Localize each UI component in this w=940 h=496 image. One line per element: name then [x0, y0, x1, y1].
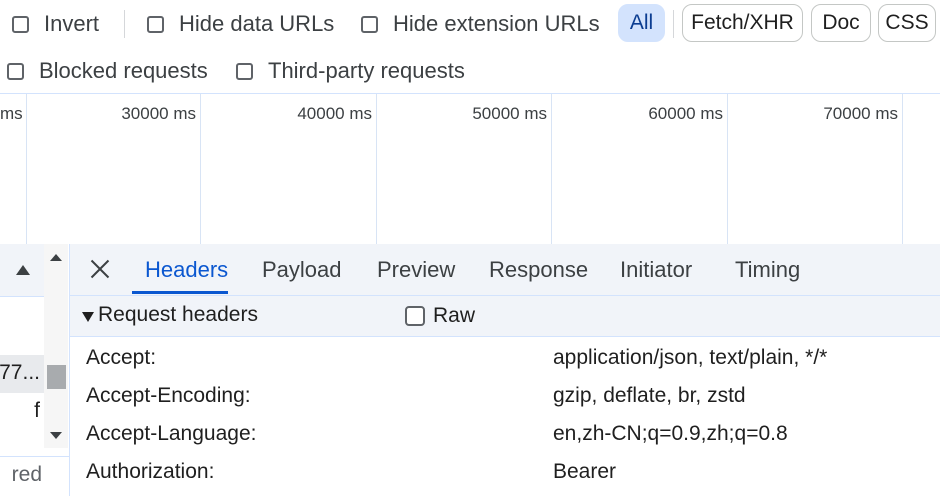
hide-data-urls-checkbox[interactable]: Hide data URLs	[147, 11, 334, 37]
sort-ascending-icon[interactable]	[16, 265, 30, 275]
checkbox-box[interactable]	[405, 306, 425, 326]
tab-response[interactable]: Response	[489, 257, 588, 283]
toolbar-divider	[124, 10, 125, 38]
request-row[interactable]: f	[0, 393, 44, 431]
hide-extension-urls-checkbox[interactable]: Hide extension URLs	[361, 11, 600, 37]
timeline-gridline	[727, 94, 728, 244]
filter-all-button[interactable]: All	[618, 4, 665, 42]
close-icon[interactable]	[88, 257, 112, 281]
hide-data-urls-label: Hide data URLs	[179, 11, 335, 36]
toolbar-divider	[673, 10, 674, 38]
request-list: 77... f red	[0, 244, 70, 496]
raw-checkbox[interactable]: Raw	[405, 304, 475, 328]
detail-tab-bar: Headers Payload Preview Response Initiat…	[70, 244, 940, 296]
header-value: gzip, deflate, br, zstd	[553, 384, 746, 407]
network-panel: Invert Hide data URLs Hide extension URL…	[0, 0, 940, 496]
invert-checkbox[interactable]: Invert	[12, 11, 99, 37]
timeline-tick-label: 60000 ms	[648, 104, 723, 123]
third-party-requests-checkbox[interactable]: Third-party requests	[236, 58, 465, 84]
scroll-up-arrow-icon[interactable]	[50, 254, 62, 261]
header-name: Accept-Encoding:	[86, 384, 251, 407]
timeline-gridline	[200, 94, 201, 244]
timeline-tick-label: ms	[0, 104, 23, 123]
request-headers-section-header[interactable]: Request headers Raw	[70, 296, 940, 337]
header-name: Authorization:	[86, 460, 215, 483]
filter-doc-button[interactable]: Doc	[811, 4, 871, 42]
header-value: Bearer	[553, 460, 617, 483]
filter-css-button[interactable]: CSS	[878, 4, 936, 42]
active-tab-indicator	[132, 291, 228, 294]
third-party-requests-label: Third-party requests	[268, 58, 465, 83]
tab-payload[interactable]: Payload	[262, 257, 342, 283]
request-split-view: 77... f red Headers Payload Preview Resp…	[0, 244, 940, 496]
request-list-header[interactable]	[0, 244, 44, 297]
filter-toolbar-row2: Blocked requests Third-party requests	[0, 47, 940, 94]
request-list-status-bar: red	[0, 456, 69, 496]
section-title[interactable]: Request headers	[98, 303, 258, 327]
header-row: Accept-Language: en,zh-CN;q=0.9,zh;q=0.8	[70, 417, 940, 455]
timeline-tick-label: 30000 ms	[121, 104, 196, 123]
checkbox-box[interactable]	[12, 15, 29, 33]
timeline-gridline	[902, 94, 903, 244]
header-value: en,zh-CN;q=0.9,zh;q=0.8	[553, 422, 788, 445]
tab-timing[interactable]: Timing	[735, 257, 800, 283]
timeline-gridline	[26, 94, 27, 244]
expand-triangle-icon[interactable]	[82, 312, 94, 322]
hide-extension-urls-label: Hide extension URLs	[393, 11, 600, 36]
timeline-gridline	[376, 94, 377, 244]
header-row: Accept: application/json, text/plain, */…	[70, 341, 940, 379]
tab-initiator[interactable]: Initiator	[620, 257, 692, 283]
checkbox-box[interactable]	[7, 62, 24, 80]
header-row: Authorization: Bearer	[70, 455, 940, 493]
tab-headers[interactable]: Headers	[145, 257, 228, 283]
invert-label: Invert	[44, 11, 100, 36]
status-bar-text: red	[11, 463, 42, 486]
blocked-requests-label: Blocked requests	[39, 58, 208, 83]
request-row-text: f	[34, 399, 40, 422]
request-detail-panel: Headers Payload Preview Response Initiat…	[70, 244, 940, 496]
header-value: application/json, text/plain, */*	[553, 346, 828, 369]
header-name: Accept:	[86, 346, 157, 369]
checkbox-box[interactable]	[147, 15, 164, 33]
header-row: Accept-Encoding: gzip, deflate, br, zstd	[70, 379, 940, 417]
timeline-tick-label: 50000 ms	[472, 104, 547, 123]
timeline-overview[interactable]: ms 30000 ms 40000 ms 50000 ms 60000 ms 7…	[0, 94, 940, 244]
timeline-tick-label: 70000 ms	[823, 104, 898, 123]
header-name: Accept-Language:	[86, 422, 257, 445]
scroll-down-arrow-icon[interactable]	[50, 432, 62, 439]
scrollbar-thumb[interactable]	[47, 365, 66, 389]
tab-preview[interactable]: Preview	[377, 257, 455, 283]
blocked-requests-checkbox[interactable]: Blocked requests	[7, 58, 208, 84]
timeline-tick-label: 40000 ms	[297, 104, 372, 123]
request-row-selected[interactable]: 77...	[0, 355, 44, 393]
request-row[interactable]	[0, 317, 44, 355]
checkbox-box[interactable]	[236, 62, 253, 80]
request-row-text: 77...	[0, 361, 40, 384]
filter-toolbar: Invert Hide data URLs Hide extension URL…	[0, 0, 940, 47]
raw-label: Raw	[433, 304, 476, 327]
checkbox-box[interactable]	[361, 15, 378, 33]
filter-fetch-xhr-button[interactable]: Fetch/XHR	[682, 4, 803, 42]
request-list-scrollbar[interactable]	[44, 244, 68, 448]
timeline-gridline	[551, 94, 552, 244]
